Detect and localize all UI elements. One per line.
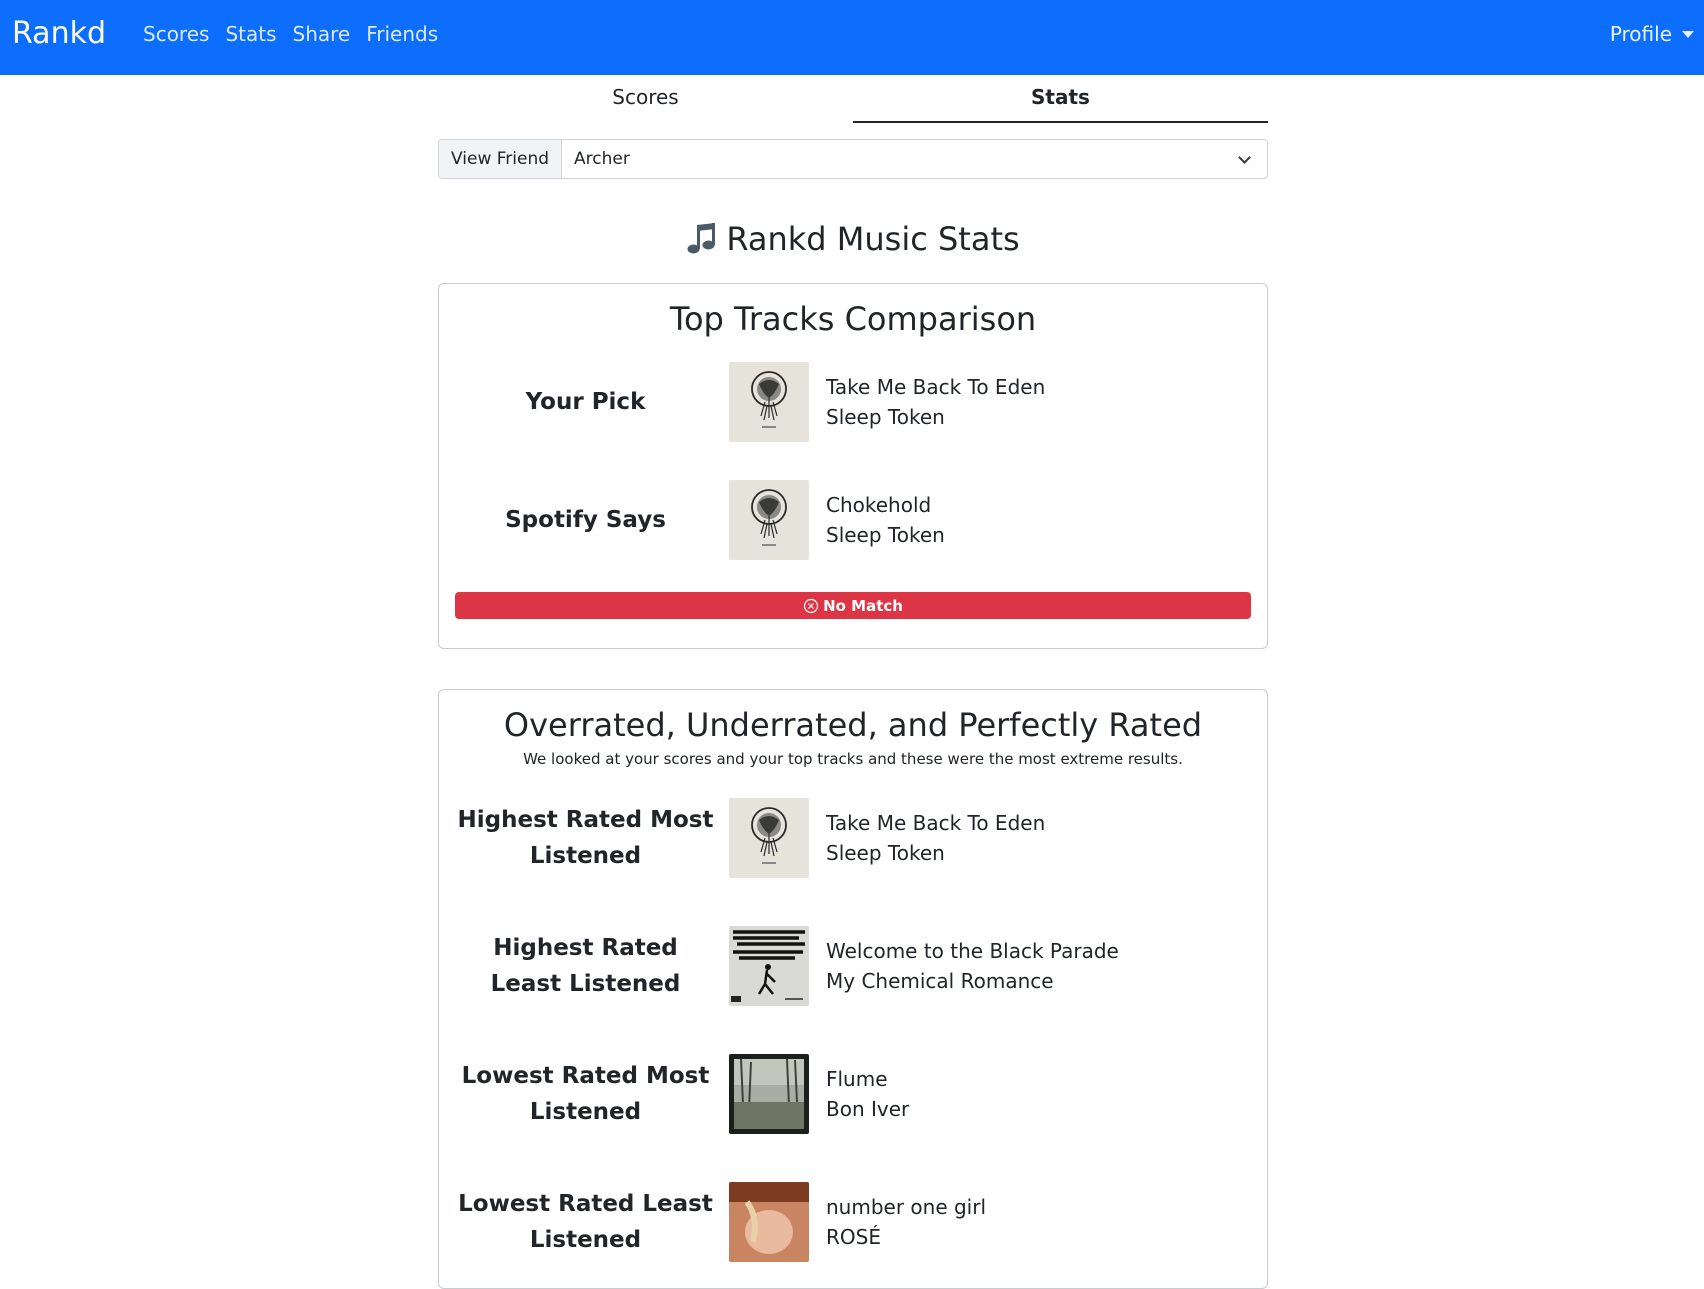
track-info: Welcome to the Black Parade My Chemical … xyxy=(826,936,1119,996)
main-container: Scores Stats View Friend Archer Rankd Mu… xyxy=(438,75,1268,1289)
track-name: Welcome to the Black Parade xyxy=(826,939,1119,963)
lowest-rated-least-listened-row: Lowest Rated Least Listened number one g… xyxy=(455,1182,1251,1262)
black-parade-album-art xyxy=(729,926,809,1006)
artist-name: Sleep Token xyxy=(826,523,945,547)
artist-name: ROSÉ xyxy=(826,1225,881,1249)
navbar: Rankd Scores Stats Share Friends Profile xyxy=(0,0,1704,75)
match-status-badge: No Match xyxy=(455,592,1251,619)
brand-logo[interactable]: Rankd xyxy=(12,16,106,51)
track-name: Take Me Back To Eden xyxy=(826,811,1046,835)
caret-down-icon xyxy=(1682,30,1694,38)
rose-album-art xyxy=(729,1182,809,1262)
match-status-text: No Match xyxy=(823,596,903,615)
chevron-down-icon xyxy=(1238,150,1251,164)
profile-label: Profile xyxy=(1609,22,1672,46)
track-name: number one girl xyxy=(826,1195,987,1219)
row-label: Lowest Rated Most Listened xyxy=(461,1063,710,1125)
lowest-rated-most-listened-row: Lowest Rated Most Listened Flume Bon Ive… xyxy=(455,1054,1251,1134)
nav-link-share[interactable]: Share xyxy=(293,22,351,46)
sleep-token-album-art xyxy=(729,798,809,878)
artist-name: Bon Iver xyxy=(826,1097,910,1121)
bon-iver-album-art xyxy=(729,1054,809,1134)
sleep-token-album-art xyxy=(729,362,809,442)
friend-select-value: Archer xyxy=(574,149,630,169)
nav-links: Scores Stats Share Friends xyxy=(143,22,438,46)
nav-link-scores[interactable]: Scores xyxy=(143,22,209,46)
row-label: Your Pick xyxy=(525,389,646,415)
tab-bar: Scores Stats xyxy=(438,75,1268,123)
track-info: Take Me Back To Eden Sleep Token xyxy=(826,808,1045,868)
nav-link-stats[interactable]: Stats xyxy=(225,22,276,46)
artist-name: Sleep Token xyxy=(826,405,945,429)
highest-rated-most-listened-row: Highest Rated Most Listened Take Me Back… xyxy=(455,798,1251,878)
nav-link-friends[interactable]: Friends xyxy=(366,22,438,46)
track-name: Take Me Back To Eden xyxy=(826,375,1046,399)
track-info: Flume Bon Iver xyxy=(826,1064,909,1124)
top-tracks-title: Top Tracks Comparison xyxy=(669,300,1037,338)
friend-select-group: View Friend Archer xyxy=(438,139,1268,179)
row-label: Lowest Rated Least Listened xyxy=(458,1191,713,1253)
profile-dropdown[interactable]: Profile xyxy=(1610,22,1694,46)
page-title: Rankd Music Stats xyxy=(438,219,1268,259)
tab-scores[interactable]: Scores xyxy=(438,75,853,123)
top-tracks-card: Top Tracks Comparison Your Pick Take Me … xyxy=(438,283,1268,649)
your-pick-row: Your Pick Take Me Back To Eden Sleep Tok… xyxy=(455,362,1251,442)
row-label: Highest Rated Most Listened xyxy=(457,807,714,869)
rated-subtitle: We looked at your scores and your top tr… xyxy=(523,750,1183,768)
friend-select[interactable]: Archer xyxy=(562,140,1267,178)
row-label: Highest Rated Least Listened xyxy=(490,935,681,997)
rated-card: Overrated, Underrated, and Perfectly Rat… xyxy=(438,689,1268,1289)
track-name: Flume xyxy=(826,1067,888,1091)
track-name: Chokehold xyxy=(826,493,932,517)
rated-title: Overrated, Underrated, and Perfectly Rat… xyxy=(503,706,1203,744)
highest-rated-least-listened-row: Highest Rated Least Listened Welcome to … xyxy=(455,926,1251,1006)
sleep-token-album-art xyxy=(729,480,809,560)
tab-stats[interactable]: Stats xyxy=(853,75,1268,123)
track-info: Take Me Back To Eden Sleep Token xyxy=(826,372,1045,432)
track-info: number one girl ROSÉ xyxy=(826,1192,986,1252)
music-note-icon xyxy=(687,223,716,254)
artist-name: Sleep Token xyxy=(826,841,945,865)
row-label: Spotify Says xyxy=(505,507,666,533)
artist-name: My Chemical Romance xyxy=(826,969,1054,993)
x-circle-icon xyxy=(803,598,819,613)
page-title-text: Rankd Music Stats xyxy=(726,220,1020,258)
spotify-says-row: Spotify Says Chokehold Sleep Token xyxy=(455,480,1251,560)
track-info: Chokehold Sleep Token xyxy=(826,490,945,550)
view-friend-label: View Friend xyxy=(439,140,563,178)
